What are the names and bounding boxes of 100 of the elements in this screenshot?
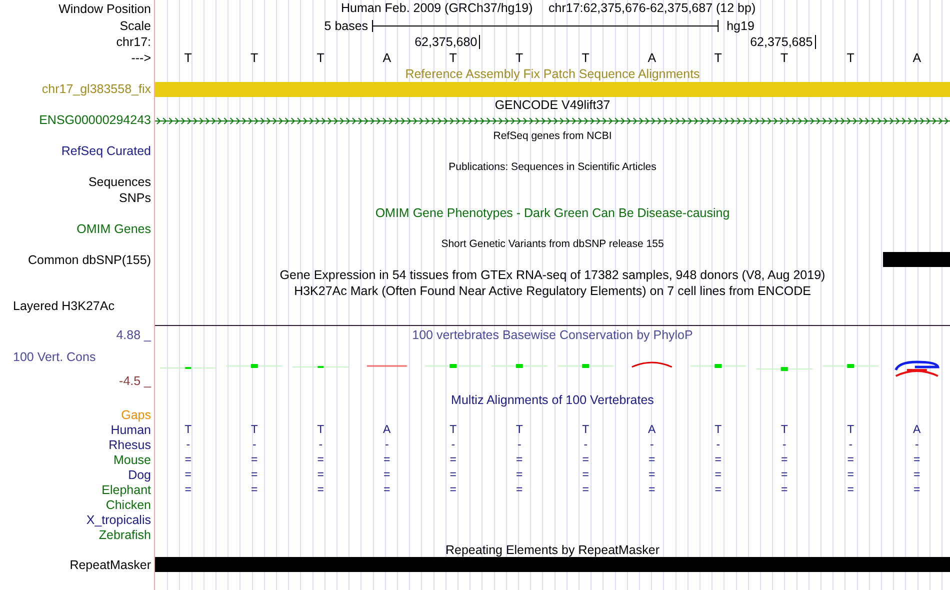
track-title: GENCODE V49lift37 bbox=[494, 98, 610, 112]
base-letter: T bbox=[316, 51, 324, 65]
alignment-char: = bbox=[184, 468, 192, 482]
alignment-char: = bbox=[847, 452, 854, 466]
track-label[interactable]: X_tropicalis bbox=[86, 512, 151, 526]
base-letter: T bbox=[780, 51, 788, 65]
track-label[interactable]: Common dbSNP(155) bbox=[28, 252, 151, 267]
base-letter: T bbox=[582, 51, 590, 65]
track-title: Repeating Elements by RepeatMasker bbox=[445, 542, 660, 556]
track-label[interactable]: Sequences bbox=[88, 175, 151, 190]
alignment-char: - bbox=[716, 438, 720, 452]
track-label[interactable]: ENSG00000294243 bbox=[39, 113, 151, 128]
base-letter: A bbox=[382, 51, 392, 65]
alignment-char: A bbox=[383, 422, 391, 436]
assembly-title: Human Feb. 2009 (GRCh37/hg19) bbox=[341, 1, 533, 15]
alignment-char: = bbox=[714, 482, 722, 496]
track-label[interactable]: OMIM Genes bbox=[76, 222, 151, 236]
strand-label: ---> bbox=[131, 51, 151, 65]
alignment-char: T bbox=[184, 422, 192, 436]
track-label: Window Position bbox=[58, 2, 151, 16]
track-label[interactable]: Dog bbox=[128, 468, 151, 482]
alignment-char: - bbox=[252, 438, 256, 452]
track-title: 100 vertebrates Basewise Conservation by PhyloP bbox=[412, 328, 693, 342]
alignment-char: = bbox=[781, 482, 788, 496]
track-label[interactable]: Rhesus bbox=[108, 438, 151, 452]
alignment-char: = bbox=[317, 452, 324, 466]
alignment-char: = bbox=[781, 452, 788, 466]
base-letter: T bbox=[250, 51, 258, 65]
base-letter: T bbox=[714, 51, 722, 65]
alignment-char: = bbox=[516, 468, 523, 482]
alignment-char: = bbox=[251, 452, 258, 466]
alignment-char: - bbox=[584, 438, 588, 452]
coordinate-label: 62,375,685 bbox=[750, 35, 816, 49]
alignment-char: = bbox=[450, 468, 456, 482]
track-label[interactable]: Zebrafish bbox=[98, 528, 151, 542]
track-label: Scale bbox=[120, 19, 151, 33]
alignment-char: = bbox=[384, 468, 390, 482]
alignment-char: = bbox=[648, 482, 656, 496]
alignment-char: T bbox=[250, 422, 258, 436]
track-title: Multiz Alignments of 100 Vertebrates bbox=[451, 392, 654, 406]
alignment-char: T bbox=[582, 422, 590, 436]
coordinate-label: 62,375,680 bbox=[414, 35, 480, 49]
alignment-char: = bbox=[847, 468, 854, 482]
alignment-char: = bbox=[251, 468, 258, 482]
axis-max-label: 4.88 _ bbox=[116, 328, 151, 342]
alignment-char: - bbox=[186, 438, 190, 452]
track-title: H3K27Ac Mark (Often Found Near Active Regulatory Elements) on 7 cell lines from ENCODE bbox=[294, 284, 811, 298]
alignment-char: = bbox=[914, 482, 920, 496]
axis-min-label: -4.5 _ bbox=[119, 374, 151, 388]
alignment-char: = bbox=[648, 452, 656, 466]
track-label[interactable]: RepeatMasker bbox=[70, 558, 151, 572]
alignment-char: = bbox=[516, 482, 523, 496]
track-label[interactable]: Mouse bbox=[113, 452, 151, 466]
alignment-char: = bbox=[582, 482, 589, 496]
assembly-name: hg19 bbox=[726, 19, 754, 33]
alignment-char: = bbox=[384, 482, 390, 496]
alignment-char: - bbox=[318, 438, 323, 452]
alignment-char: = bbox=[384, 452, 390, 466]
scale-text: 5 bases bbox=[324, 19, 368, 33]
alignment-char: = bbox=[847, 482, 854, 496]
base-letter: A bbox=[648, 51, 656, 65]
alignment-char: = bbox=[781, 468, 788, 482]
alignment-char: A bbox=[913, 422, 921, 436]
base-letter: T bbox=[516, 51, 524, 65]
alignment-char: = bbox=[184, 452, 192, 466]
track-label[interactable]: Chicken bbox=[106, 498, 151, 512]
track-label[interactable]: Elephant bbox=[102, 482, 151, 496]
alignment-char: - bbox=[384, 438, 389, 452]
alignment-char: - bbox=[782, 438, 786, 452]
alignment-char: T bbox=[780, 422, 788, 436]
alignment-char: = bbox=[914, 468, 920, 482]
alignment-char: T bbox=[317, 422, 324, 436]
track-label[interactable]: Human bbox=[110, 422, 151, 436]
alignment-char: = bbox=[516, 452, 523, 466]
track-label[interactable]: RefSeq Curated bbox=[61, 144, 151, 158]
alignment-char: = bbox=[317, 482, 324, 496]
track-title: OMIM Gene Phenotypes - Dark Green Can Be Disease-causing bbox=[375, 206, 730, 220]
track-title: Short Genetic Variants from dbSNP release 155 bbox=[441, 237, 664, 252]
base-letter: T bbox=[184, 51, 192, 65]
track-label[interactable]: Layered H3K27Ac bbox=[13, 299, 114, 314]
alignment-char: = bbox=[582, 452, 589, 466]
alignment-char: T bbox=[516, 422, 523, 436]
track-label[interactable]: 100 Vert. Cons bbox=[13, 350, 96, 364]
track-label[interactable]: SNPs bbox=[119, 190, 151, 205]
track-title: Publications: Sequences in Scientific Articles bbox=[448, 160, 656, 174]
base-letter: T bbox=[449, 51, 457, 65]
alignment-char: - bbox=[914, 438, 919, 452]
gene-feature-line[interactable] bbox=[155, 116, 950, 126]
alignment-char: = bbox=[251, 482, 258, 496]
track-title: Reference Assembly Fix Patch Sequence Alignments bbox=[405, 66, 700, 81]
alignment-char: = bbox=[450, 452, 456, 466]
alignment-char: = bbox=[317, 468, 324, 482]
alignment-char: = bbox=[714, 468, 722, 482]
track-label: chr17: bbox=[116, 35, 151, 49]
base-letter: T bbox=[846, 51, 854, 65]
variant-feature-bar bbox=[883, 252, 950, 267]
track-title: RefSeq genes from NCBI bbox=[493, 128, 612, 143]
alignment-char: - bbox=[848, 438, 853, 452]
alignment-char: = bbox=[450, 482, 456, 496]
alignment-char: A bbox=[648, 422, 656, 436]
